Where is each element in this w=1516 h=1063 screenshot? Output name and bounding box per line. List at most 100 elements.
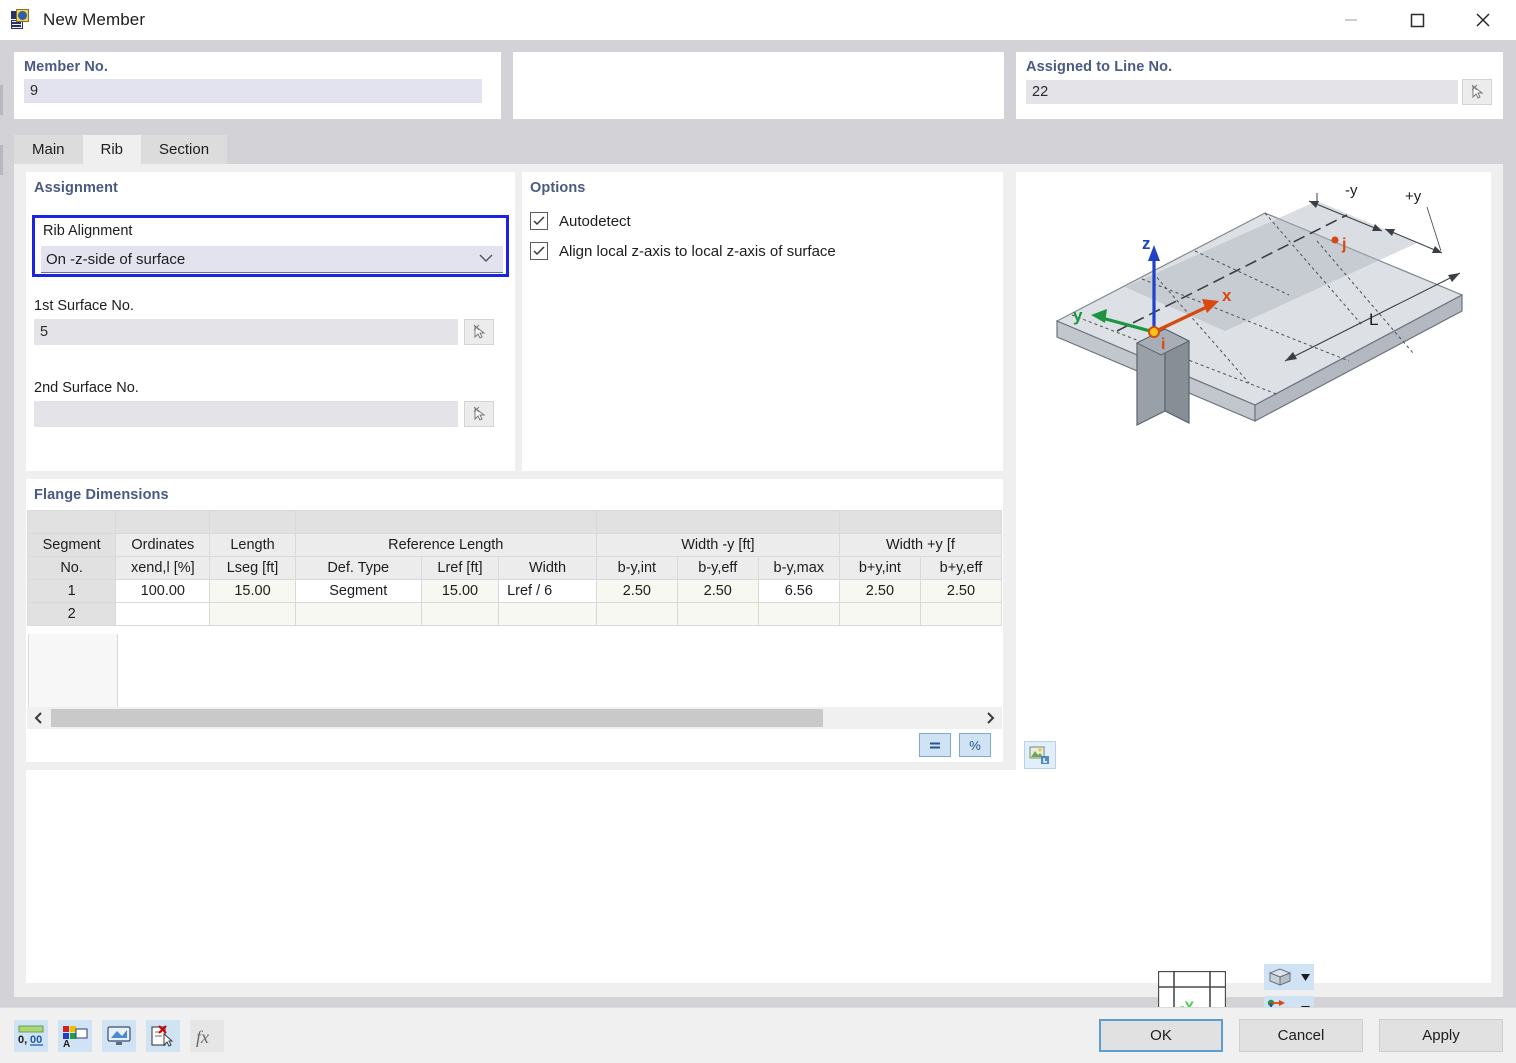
rib-alignment-label: Rib Alignment xyxy=(43,223,133,239)
table-row[interactable]: 1 100.00 15.00 Segment 15.00 Lref / 6 2.… xyxy=(27,579,1002,603)
flange-dimensions-group: Flange Dimensions Segment Ordinates Leng… xyxy=(26,479,1003,762)
row-1-bpyint: 2.50 xyxy=(838,579,921,603)
option-autodetect[interactable]: Autodetect xyxy=(522,212,1003,230)
col-segment-sub: No. xyxy=(27,556,117,580)
flange-table: Segment Ordinates Length Reference Lengt… xyxy=(27,510,1002,626)
first-surface-field: 1st Surface No. 5 xyxy=(34,298,504,345)
svg-text:00: 00 xyxy=(30,1034,42,1046)
dialog-footer: 0, 00 A fx OK Cancel Apply xyxy=(0,1007,1516,1063)
member-no-panel: Member No. 9 xyxy=(14,52,501,119)
col-segment-top: Segment xyxy=(27,533,117,557)
col-width-minus-y-top: Width -y [ft] xyxy=(595,533,840,557)
chevron-right-icon[interactable] xyxy=(978,707,1002,729)
option-align-z-axis[interactable]: Align local z-axis to local z-axis of su… xyxy=(522,242,1003,260)
document-x-icon xyxy=(151,1025,174,1047)
fx-icon: fx xyxy=(196,1027,209,1047)
col-bpyeff-sub: b+y,eff xyxy=(919,556,1002,580)
tab-section[interactable]: Section xyxy=(141,135,228,164)
chevron-down-icon xyxy=(479,250,493,268)
col-byeff-sub: b-y,eff xyxy=(676,556,759,580)
tab-rib[interactable]: Rib xyxy=(82,135,142,164)
row-2-byeff xyxy=(676,602,759,626)
col-ordinates-sub: xend,l [%] xyxy=(115,556,211,580)
row-1-no: 1 xyxy=(27,579,117,603)
header-panels: Member No. 9 Assigned to Line No. 22 xyxy=(0,40,1516,130)
scroll-track[interactable] xyxy=(51,707,978,729)
options-group: Options Autodetect Align local z-axis to… xyxy=(522,172,1003,471)
screenshot-icon[interactable] xyxy=(1024,741,1056,769)
apply-button[interactable]: Apply xyxy=(1379,1019,1503,1052)
option-align-z-axis-label: Align local z-axis to local z-axis of su… xyxy=(559,242,836,260)
row-1-ordinates[interactable]: 100.00 xyxy=(115,579,211,603)
row-2-bymax[interactable] xyxy=(757,602,840,626)
table-row[interactable]: 2 xyxy=(27,602,1002,626)
display-properties-button[interactable]: A xyxy=(58,1020,92,1052)
chevron-left-icon[interactable] xyxy=(27,707,51,729)
assigned-line-input[interactable]: 22 xyxy=(1026,80,1458,104)
window-controls xyxy=(1318,0,1516,40)
render-mode-button[interactable] xyxy=(1264,964,1314,990)
rib-3d-diagram: z x y i j -y +y L xyxy=(1017,173,1490,733)
rib-alignment-select[interactable]: On -z-side of surface xyxy=(41,246,503,273)
col-length-top: Length xyxy=(209,533,296,557)
row-2-lref xyxy=(420,602,500,626)
row-1-byeff: 2.50 xyxy=(676,579,759,603)
member-no-label: Member No. xyxy=(24,59,108,75)
colors-icon: A xyxy=(63,1026,88,1048)
percent-button[interactable]: % xyxy=(959,733,991,757)
axis-z-label: z xyxy=(1142,234,1151,253)
pick-cursor-icon[interactable] xyxy=(464,319,494,345)
equal-button[interactable] xyxy=(919,733,951,757)
node-i-label: i xyxy=(1161,336,1165,353)
row-2-deftype[interactable] xyxy=(294,602,422,626)
chevron-down-icon[interactable] xyxy=(1301,968,1310,986)
maximize-icon[interactable] xyxy=(1384,0,1450,40)
first-surface-input[interactable]: 5 xyxy=(34,319,458,345)
first-surface-label: 1st Surface No. xyxy=(34,298,134,314)
tab-main[interactable]: Main xyxy=(14,135,83,164)
dim-plus-y-label: +y xyxy=(1405,188,1422,205)
minimize-icon[interactable] xyxy=(1318,0,1384,40)
row-1-deftype[interactable]: Segment xyxy=(294,579,422,603)
checkbox-checked-icon xyxy=(530,242,548,260)
preview-3d-group: z x y i j -y +y L xyxy=(1016,172,1491,777)
assignment-group: Assignment Rib Alignment On -z-side of s… xyxy=(26,172,515,471)
row-1-byint: 2.50 xyxy=(595,579,678,603)
table-spacer-row xyxy=(27,510,1002,534)
row-1-width[interactable]: Lref / 6 xyxy=(498,579,597,603)
col-deftype-sub: Def. Type xyxy=(294,556,422,580)
row-2-width[interactable] xyxy=(498,602,597,626)
pick-cursor-icon[interactable] xyxy=(464,401,494,427)
assigned-line-label: Assigned to Line No. xyxy=(1026,59,1173,75)
ok-button[interactable]: OK xyxy=(1099,1019,1223,1052)
svg-text:0,: 0, xyxy=(18,1034,27,1046)
row-2-bpyeff xyxy=(919,602,1002,626)
cube-icon xyxy=(1268,968,1292,986)
second-surface-input[interactable] xyxy=(34,401,458,427)
scroll-thumb[interactable] xyxy=(51,709,823,727)
pick-cursor-icon[interactable] xyxy=(1462,79,1492,105)
view-tools-group: -Y xyxy=(26,770,1491,1063)
decimal-places-button[interactable]: 0, 00 xyxy=(14,1020,48,1052)
formula-button[interactable]: fx xyxy=(190,1020,224,1052)
svg-text:A: A xyxy=(63,1039,70,1048)
close-icon[interactable] xyxy=(1450,0,1516,40)
delete-document-button[interactable] xyxy=(146,1020,180,1052)
title-bar: New Member xyxy=(0,0,1516,40)
table-header-sub: No. xend,l [%] Lseg [ft] Def. Type Lref … xyxy=(27,556,1002,580)
flange-table-wrapper: Segment Ordinates Length Reference Lengt… xyxy=(27,510,1002,724)
options-title: Options xyxy=(530,180,586,196)
member-no-input[interactable]: 9 xyxy=(24,79,482,103)
row-1-bymax[interactable]: 6.56 xyxy=(757,579,840,603)
cancel-button[interactable]: Cancel xyxy=(1239,1019,1363,1052)
row-1-lref: 15.00 xyxy=(420,579,500,603)
node-j-label: j xyxy=(1341,236,1346,253)
col-bymax-sub: b-y,max xyxy=(757,556,840,580)
footer-tool-buttons: 0, 00 A fx xyxy=(14,1020,224,1052)
member-icon xyxy=(10,8,34,32)
row-2-ordinates[interactable] xyxy=(115,602,211,626)
col-bpyint-sub: b+y,int xyxy=(838,556,921,580)
table-horizontal-scrollbar[interactable] xyxy=(27,707,1002,729)
view-settings-button[interactable] xyxy=(102,1020,136,1052)
dialog-new-member: New Member Member No. 9 Assigned to Line… xyxy=(0,0,1516,1063)
